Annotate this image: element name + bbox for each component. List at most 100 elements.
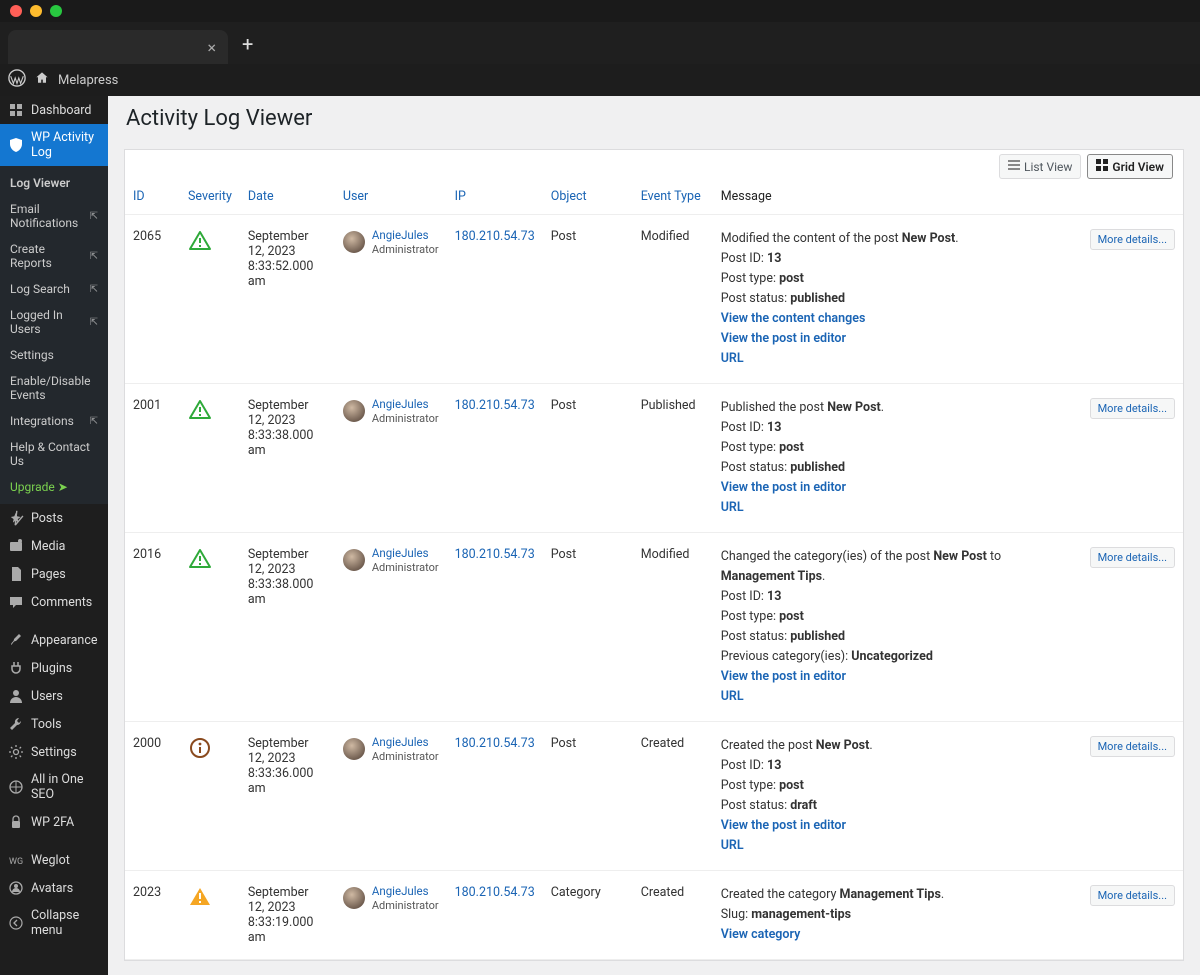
- submenu-item-label: Create Reports: [10, 242, 90, 270]
- traffic-maximize[interactable]: [50, 5, 62, 17]
- ip-link[interactable]: 180.210.54.73: [455, 398, 535, 413]
- sidebar-item-tools[interactable]: Tools: [0, 710, 108, 738]
- cell-severity: [180, 384, 240, 533]
- window-titlebar: [0, 0, 1200, 22]
- close-icon[interactable]: ×: [207, 38, 216, 57]
- user-role: Administrator: [372, 750, 439, 763]
- message-link[interactable]: URL: [721, 351, 744, 366]
- col-date[interactable]: Date: [240, 179, 335, 215]
- ip-link[interactable]: 180.210.54.73: [455, 547, 535, 562]
- plug-icon: [8, 660, 24, 676]
- new-tab-button[interactable]: +: [242, 32, 253, 56]
- cell-message: Modified the content of the post New Pos…: [713, 215, 1082, 384]
- sidebar-item-label: WP 2FA: [31, 815, 74, 830]
- submenu-item-upgrade-[interactable]: Upgrade ➤: [0, 474, 108, 500]
- cell-object: Post: [543, 384, 633, 533]
- sidebar-item-posts[interactable]: Posts: [0, 504, 108, 532]
- submenu-item-label: Integrations: [10, 414, 74, 428]
- cell-event-type: Modified: [633, 215, 713, 384]
- message-link[interactable]: URL: [721, 500, 744, 515]
- submenu-item-enable-disable-events[interactable]: Enable/Disable Events: [0, 368, 108, 408]
- sidebar-item-wp-activity-log[interactable]: WP Activity Log: [0, 124, 108, 166]
- wordpress-icon[interactable]: [8, 69, 26, 91]
- col-severity[interactable]: Severity: [180, 179, 240, 215]
- col-event-type[interactable]: Event Type: [633, 179, 713, 215]
- submenu-item-label: Log Viewer: [10, 176, 70, 190]
- user-link[interactable]: AngieJules: [372, 736, 439, 750]
- user-link[interactable]: AngieJules: [372, 398, 439, 412]
- svg-text:WG: WG: [9, 857, 23, 867]
- submenu-item-log-search[interactable]: Log Search⇱: [0, 276, 108, 302]
- message-link[interactable]: View the post in editor: [721, 818, 846, 833]
- cell-ip: 180.210.54.73: [447, 533, 543, 722]
- home-icon[interactable]: [34, 70, 50, 90]
- submenu-item-label: Log Search: [10, 282, 70, 296]
- user-link[interactable]: AngieJules: [372, 885, 439, 899]
- grid-view-button[interactable]: Grid View: [1087, 154, 1173, 179]
- col-user[interactable]: User: [335, 179, 447, 215]
- sidebar-item-dashboard[interactable]: Dashboard: [0, 96, 108, 124]
- submenu-item-help-contact-us[interactable]: Help & Contact Us: [0, 434, 108, 474]
- sidebar-item-label: Pages: [31, 567, 66, 582]
- message-link[interactable]: View category: [721, 927, 801, 942]
- ip-link[interactable]: 180.210.54.73: [455, 229, 535, 244]
- sidebar-item-collapse-menu[interactable]: Collapse menu: [0, 902, 108, 944]
- sidebar-item-plugins[interactable]: Plugins: [0, 654, 108, 682]
- submenu-item-create-reports[interactable]: Create Reports⇱: [0, 236, 108, 276]
- col-id[interactable]: ID: [125, 179, 180, 215]
- more-details-button[interactable]: More details...: [1090, 398, 1175, 419]
- sidebar-item-comments[interactable]: Comments: [0, 588, 108, 616]
- message-link[interactable]: View the content changes: [721, 311, 866, 326]
- sidebar-item-media[interactable]: Media: [0, 532, 108, 560]
- sidebar-item-label: Users: [31, 689, 63, 704]
- sidebar-item-avatars[interactable]: Avatars: [0, 874, 108, 902]
- cell-user: AngieJulesAdministrator: [335, 215, 447, 384]
- severity-warn-green-icon: [188, 411, 212, 426]
- more-details-button[interactable]: More details...: [1090, 547, 1175, 568]
- user-link[interactable]: AngieJules: [372, 547, 439, 561]
- submenu-item-email-notifications[interactable]: Email Notifications⇱: [0, 196, 108, 236]
- sidebar-item-wp-2fa[interactable]: WP 2FA: [0, 808, 108, 836]
- sidebar-item-all-in-one-seo[interactable]: All in One SEO: [0, 766, 108, 808]
- cell-severity: [180, 533, 240, 722]
- sidebar-item-settings[interactable]: Settings: [0, 738, 108, 766]
- message-link[interactable]: URL: [721, 838, 744, 853]
- more-details-button[interactable]: More details...: [1090, 885, 1175, 906]
- site-name-link[interactable]: Melapress: [58, 73, 118, 88]
- more-details-button[interactable]: More details...: [1090, 736, 1175, 757]
- cell-id: 2065: [125, 215, 180, 384]
- cell-message: Published the post New Post.Post ID: 13P…: [713, 384, 1082, 533]
- browser-tab[interactable]: ×: [8, 30, 228, 64]
- ip-link[interactable]: 180.210.54.73: [455, 885, 535, 900]
- avatar: [343, 738, 365, 760]
- submenu-item-logged-in-users[interactable]: Logged In Users⇱: [0, 302, 108, 342]
- more-details-button[interactable]: More details...: [1090, 229, 1175, 250]
- list-view-button[interactable]: List View: [999, 154, 1081, 179]
- message-link[interactable]: View the post in editor: [721, 331, 846, 346]
- table-row: 2001September 12, 20238:33:38.000 amAngi…: [125, 384, 1183, 533]
- submenu-item-integrations[interactable]: Integrations⇱: [0, 408, 108, 434]
- message-link[interactable]: View the post in editor: [721, 669, 846, 684]
- col-ip[interactable]: IP: [447, 179, 543, 215]
- traffic-minimize[interactable]: [30, 5, 42, 17]
- table-row: 2065September 12, 20238:33:52.000 amAngi…: [125, 215, 1183, 384]
- sidebar-item-weglot[interactable]: WGWeglot: [0, 846, 108, 874]
- message-link[interactable]: View the post in editor: [721, 480, 846, 495]
- submenu-item-settings[interactable]: Settings: [0, 342, 108, 368]
- user-link[interactable]: AngieJules: [372, 229, 439, 243]
- sidebar-item-appearance[interactable]: Appearance: [0, 626, 108, 654]
- col-details: [1082, 179, 1183, 215]
- sidebar-item-pages[interactable]: Pages: [0, 560, 108, 588]
- cell-date: September 12, 20238:33:38.000 am: [240, 384, 335, 533]
- traffic-close[interactable]: [10, 5, 22, 17]
- submenu-item-log-viewer[interactable]: Log Viewer: [0, 170, 108, 196]
- submenu-item-label: Logged In Users: [10, 308, 90, 336]
- sidebar-item-users[interactable]: Users: [0, 682, 108, 710]
- sidebar-item-label: Collapse menu: [31, 908, 100, 938]
- wp-admin-bar: Melapress: [0, 64, 1200, 96]
- cell-id: 2001: [125, 384, 180, 533]
- gear-icon: [8, 744, 24, 760]
- message-link[interactable]: URL: [721, 689, 744, 704]
- cell-user: AngieJulesAdministrator: [335, 384, 447, 533]
- col-object[interactable]: Object: [543, 179, 633, 215]
